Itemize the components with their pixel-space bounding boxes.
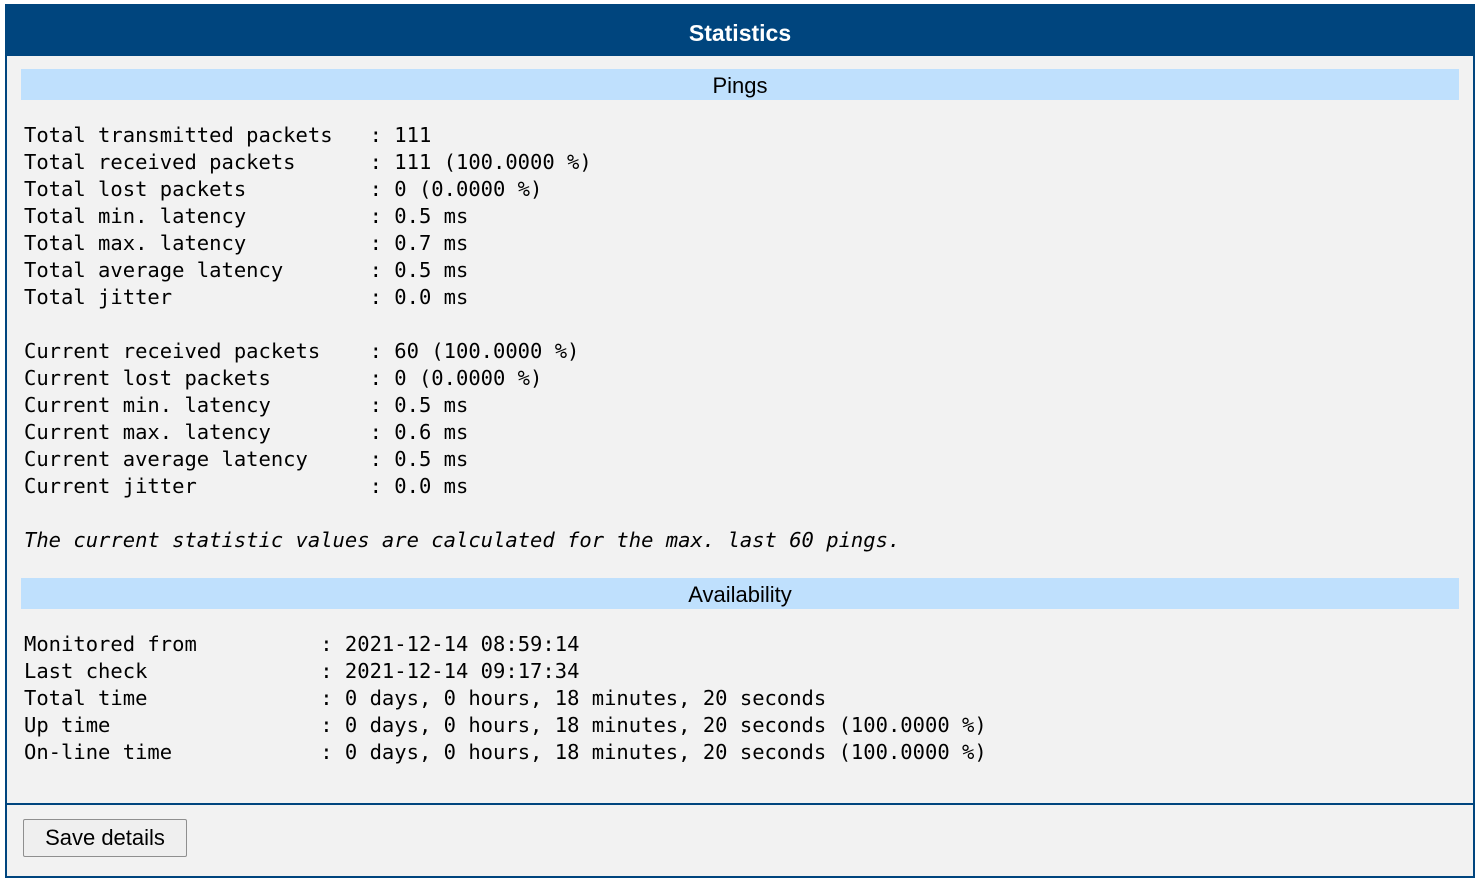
statistics-panel: Statistics Pings Total transmitted packe… [5, 4, 1475, 878]
stat-separator: : [320, 713, 345, 737]
availability-section-heading: Availability [21, 578, 1459, 609]
current-stats-note: The current statistic values are calcula… [24, 528, 901, 552]
stat-row: On-line time : 0 days, 0 hours, 18 minut… [24, 740, 987, 764]
stat-value: 0.0 ms [394, 285, 469, 309]
stat-row: Current max. latency : 0.6 ms [24, 420, 468, 444]
stat-separator: : [369, 339, 395, 363]
stat-row: Current min. latency : 0.5 ms [24, 393, 468, 417]
stat-separator: : [369, 123, 395, 147]
stat-value: 2021-12-14 08:59:14 [344, 632, 580, 656]
stat-label: Total min. latency [24, 204, 370, 228]
stat-separator: : [369, 177, 395, 201]
stat-value: 0 (0.0000 %) [394, 177, 543, 201]
stat-value: 0 days, 0 hours, 18 minutes, 20 seconds [344, 686, 827, 710]
stat-label: Total average latency [24, 258, 370, 282]
stat-label: On-line time [24, 740, 321, 764]
stat-row: Total max. latency : 0.7 ms [24, 231, 468, 255]
stat-value: 111 [394, 123, 432, 147]
stat-separator: : [320, 740, 345, 764]
stat-label: Current average latency [24, 447, 370, 471]
stat-separator: : [369, 258, 395, 282]
current-stats-block: Current received packets : 60 (100.0000 … [24, 339, 579, 498]
stat-separator: : [320, 686, 345, 710]
stat-row: Total transmitted packets : 111 [24, 123, 431, 147]
stat-label: Total received packets [24, 150, 370, 174]
stat-row: Total time : 0 days, 0 hours, 18 minutes… [24, 686, 826, 710]
pings-statistics: Total transmitted packets : 111 Total re… [21, 122, 1459, 500]
stat-value: 0.5 ms [394, 393, 469, 417]
stat-label: Monitored from [24, 632, 321, 656]
stat-separator: : [369, 447, 395, 471]
stat-label: Current max. latency [24, 420, 370, 444]
stat-value: 111 (100.0000 %) [394, 150, 592, 174]
stat-row: Current lost packets : 0 (0.0000 %) [24, 366, 542, 390]
stat-separator: : [369, 393, 395, 417]
stat-label: Total time [24, 686, 321, 710]
stat-label: Current received packets [24, 339, 370, 363]
panel-content: Pings Total transmitted packets : 111 To… [7, 69, 1473, 766]
stat-separator: : [369, 420, 395, 444]
stat-row: Total lost packets : 0 (0.0000 %) [24, 177, 542, 201]
stat-row: Total average latency : 0.5 ms [24, 258, 468, 282]
stat-label: Total max. latency [24, 231, 370, 255]
stat-value: 0 (0.0000 %) [394, 366, 543, 390]
stat-value: 0 days, 0 hours, 18 minutes, 20 seconds … [344, 713, 987, 737]
stat-row: Last check : 2021-12-14 09:17:34 [24, 659, 579, 683]
panel-footer: Save details [7, 803, 1473, 876]
stat-row: Total jitter : 0.0 ms [24, 285, 468, 309]
stat-row: Up time : 0 days, 0 hours, 18 minutes, 2… [24, 713, 987, 737]
stat-value: 0.7 ms [394, 231, 469, 255]
stat-separator: : [369, 204, 395, 228]
stat-label: Total transmitted packets [24, 123, 370, 147]
pings-section-heading: Pings [21, 69, 1459, 100]
stat-row: Monitored from : 2021-12-14 08:59:14 [24, 632, 579, 656]
stat-separator: : [369, 231, 395, 255]
stat-row: Current received packets : 60 (100.0000 … [24, 339, 579, 363]
stat-separator: : [320, 659, 345, 683]
stat-value: 0.5 ms [394, 447, 469, 471]
stat-row: Current average latency : 0.5 ms [24, 447, 468, 471]
stat-label: Current min. latency [24, 393, 370, 417]
stat-label: Total jitter [24, 285, 370, 309]
stat-label: Up time [24, 713, 321, 737]
stat-row: Total min. latency : 0.5 ms [24, 204, 468, 228]
stat-value: 0.5 ms [394, 204, 469, 228]
stat-row: Current jitter : 0.0 ms [24, 474, 468, 498]
stat-label: Total lost packets [24, 177, 370, 201]
stat-separator: : [369, 285, 395, 309]
stat-value: 2021-12-14 09:17:34 [344, 659, 580, 683]
stat-value: 0.0 ms [394, 474, 469, 498]
stat-separator: : [369, 474, 395, 498]
total-stats-block: Total transmitted packets : 111 Total re… [24, 123, 592, 309]
stat-value: 0 days, 0 hours, 18 minutes, 20 seconds … [344, 740, 987, 764]
availability-statistics: Monitored from : 2021-12-14 08:59:14 Las… [21, 631, 1459, 766]
stat-label: Current lost packets [24, 366, 370, 390]
stat-separator: : [369, 150, 395, 174]
stat-value: 0.6 ms [394, 420, 469, 444]
stat-label: Current jitter [24, 474, 370, 498]
stat-value: 60 (100.0000 %) [394, 339, 580, 363]
stat-row: Total received packets : 111 (100.0000 %… [24, 150, 592, 174]
save-details-button[interactable]: Save details [23, 819, 187, 857]
stat-value: 0.5 ms [394, 258, 469, 282]
stat-separator: : [320, 632, 345, 656]
stat-separator: : [369, 366, 395, 390]
stat-label: Last check [24, 659, 321, 683]
panel-title: Statistics [7, 6, 1473, 56]
